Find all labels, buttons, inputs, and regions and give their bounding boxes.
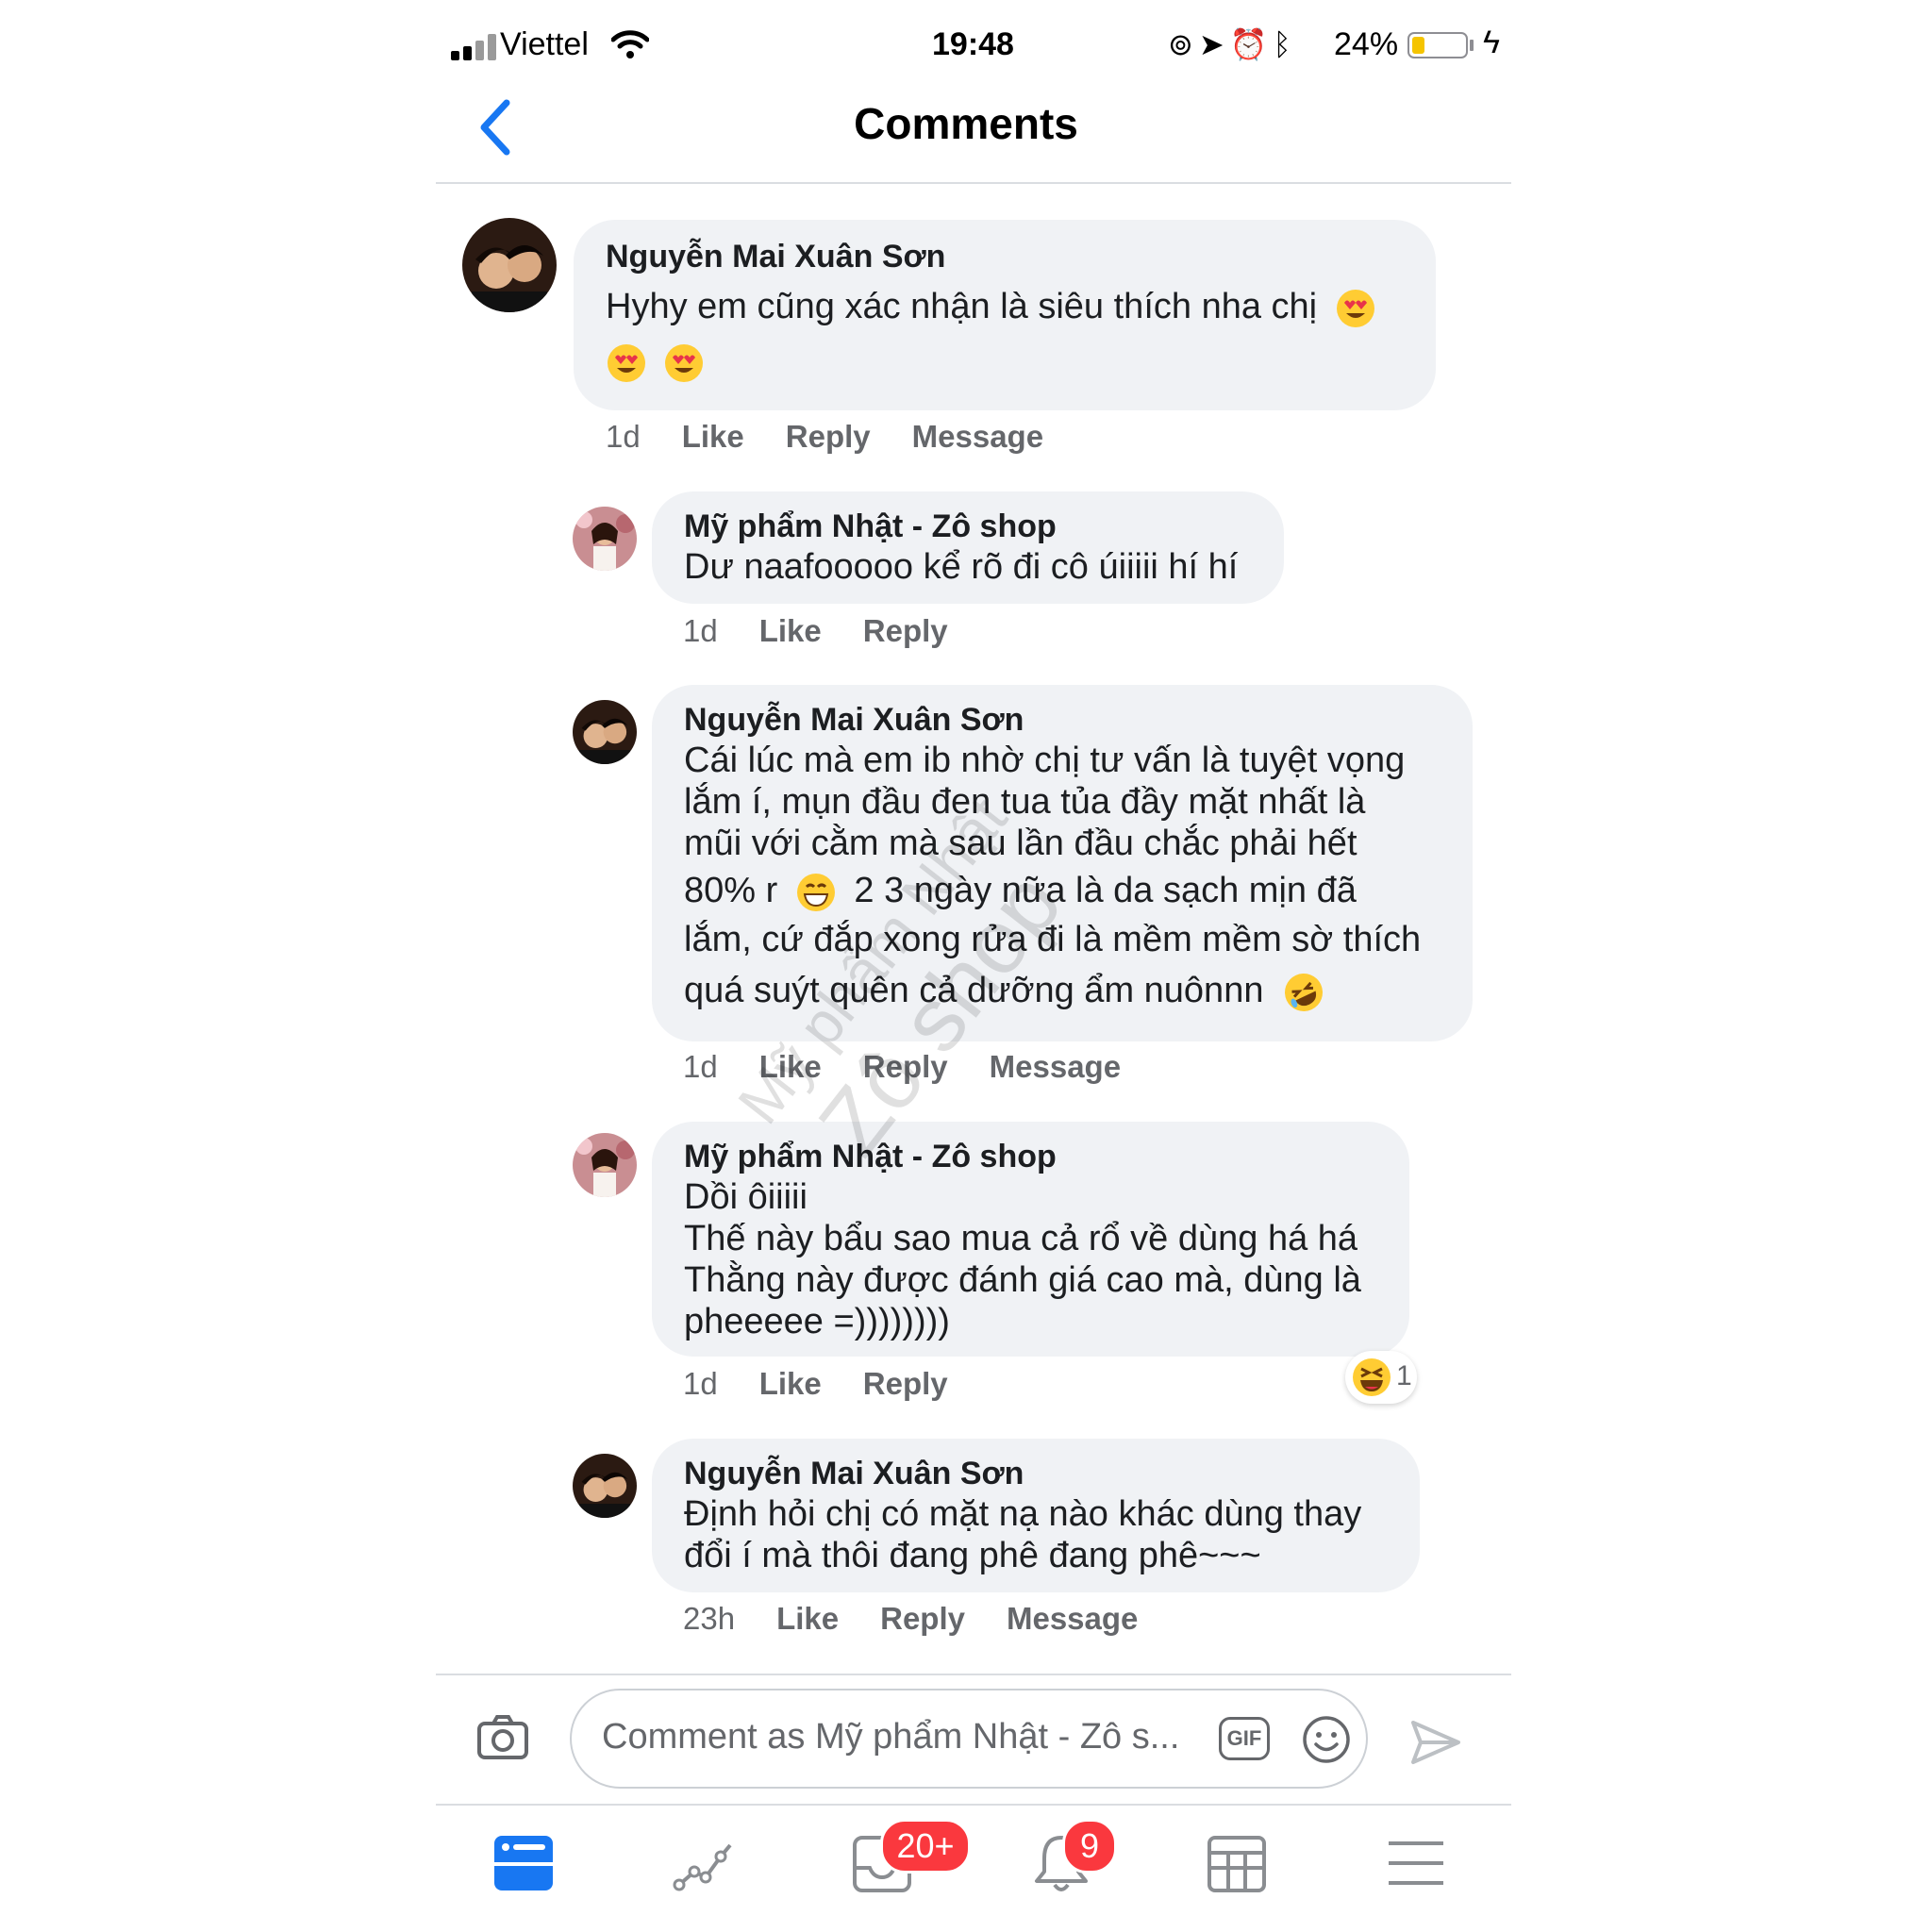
comment-line: mũi với cằm mà sau lần đầu chắc phải hết bbox=[684, 824, 1357, 863]
reply-button[interactable]: Reply bbox=[863, 1366, 948, 1401]
reaction-count-value: 1 bbox=[1396, 1360, 1412, 1391]
heart-eyes-emoji bbox=[1336, 289, 1374, 327]
comment-actions: 23h Like Reply Message bbox=[683, 1601, 1179, 1637]
inbox-badge: 20+ bbox=[880, 1819, 971, 1874]
battery-percent: 24% bbox=[1334, 26, 1399, 62]
comment-author[interactable]: Nguyễn Mai Xuân Sơn bbox=[684, 1454, 1024, 1493]
notifications-badge: 9 bbox=[1062, 1819, 1117, 1874]
battery-icon bbox=[1407, 32, 1468, 58]
comment-line: đổi í mà thôi đang phê đang phê~~~ bbox=[684, 1536, 1261, 1575]
calendar-grid-icon[interactable] bbox=[1204, 1830, 1270, 1896]
camera-icon[interactable] bbox=[476, 1714, 529, 1761]
reply-button[interactable]: Reply bbox=[863, 1049, 948, 1084]
comment-text: Định hỏi chị có mặt nạ nào khác dùng tha… bbox=[684, 1493, 1410, 1576]
message-button[interactable]: Message bbox=[1007, 1601, 1138, 1636]
reply-button[interactable]: Reply bbox=[786, 419, 871, 454]
rofl-emoji bbox=[1285, 973, 1324, 1011]
status-bar: Viettel 19:48 ⊚➤⏰ᛒ 24% ϟ bbox=[451, 21, 1509, 74]
comment-line: 2 3 ngày nữa là da sạch mịn đã bbox=[854, 871, 1357, 910]
smiley-icon[interactable] bbox=[1302, 1715, 1351, 1764]
comment-actions: 1d Like Reply bbox=[683, 613, 990, 649]
bluetooth-icon: ᛒ bbox=[1273, 27, 1297, 61]
comment-actions: 1d Like Reply Message bbox=[683, 1049, 1162, 1085]
comment-bubble[interactable]: Mỹ phẩm Nhật - Zô shop Dư naafooooo kể r… bbox=[652, 491, 1284, 604]
comment-line: Định hỏi chị có mặt nạ nào khác dùng tha… bbox=[684, 1494, 1362, 1534]
comment-line: Dư naafooooo kể rõ đi cô úiiiii hí hí bbox=[684, 547, 1239, 587]
comment-time: 23h bbox=[683, 1601, 736, 1636]
comment-line: 80% r bbox=[684, 871, 778, 910]
comment-line: pheeeee =)))))))) bbox=[684, 1302, 950, 1341]
rotation-lock-icon: ⊚ bbox=[1168, 27, 1199, 61]
carrier-name: Viettel bbox=[500, 26, 589, 62]
comment-author[interactable]: Mỹ phẩm Nhật - Zô shop bbox=[684, 507, 1057, 546]
tabbar-divider bbox=[436, 1804, 1511, 1806]
news-feed-icon[interactable] bbox=[491, 1830, 557, 1896]
comment-bubble[interactable]: Nguyễn Mai Xuân Sơn Định hỏi chị có mặt … bbox=[652, 1439, 1420, 1592]
comment-time: 1d bbox=[606, 419, 641, 454]
reaction-count[interactable]: 1 bbox=[1345, 1351, 1417, 1404]
alarm-icon: ⏰ bbox=[1229, 27, 1274, 61]
laughing-emoji bbox=[1353, 1358, 1391, 1396]
avatar[interactable] bbox=[573, 1454, 637, 1518]
message-button[interactable]: Message bbox=[912, 419, 1043, 454]
comment-line: Hyhy em cũng xác nhận là siêu thích nha … bbox=[606, 287, 1318, 326]
reply-button[interactable]: Reply bbox=[880, 1601, 965, 1636]
comment-bubble[interactable]: Nguyễn Mai Xuân Sơn Hyhy em cũng xác nhậ… bbox=[574, 220, 1436, 410]
like-button[interactable]: Like bbox=[759, 1366, 822, 1401]
comment-actions: 1d Like Reply Message bbox=[606, 419, 1085, 455]
heart-eyes-emoji bbox=[608, 343, 645, 382]
like-button[interactable]: Like bbox=[759, 613, 822, 648]
avatar[interactable] bbox=[462, 218, 557, 312]
comment-line: lắm, cứ đắp xong rửa đi là mềm mềm sờ th… bbox=[684, 919, 1422, 959]
avatar[interactable] bbox=[573, 1133, 637, 1197]
avatar[interactable] bbox=[573, 700, 637, 764]
menu-icon[interactable] bbox=[1383, 1830, 1449, 1896]
comment-time: 1d bbox=[683, 1049, 718, 1084]
like-button[interactable]: Like bbox=[682, 419, 744, 454]
comment-author[interactable]: Mỹ phẩm Nhật - Zô shop bbox=[684, 1137, 1057, 1176]
comment-text: Dư naafooooo kể rõ đi cô úiiiii hí hí bbox=[684, 546, 1238, 588]
battery-nub bbox=[1470, 40, 1474, 51]
comment-text: Cái lúc mà em ib nhờ chị tư vấn là tuyệt… bbox=[684, 740, 1457, 1013]
heart-eyes-emoji bbox=[664, 343, 703, 382]
comment-input-placeholder: Comment as Mỹ phẩm Nhật - Zô s... bbox=[602, 1717, 1180, 1757]
avatar[interactable] bbox=[573, 507, 637, 571]
status-time: 19:48 bbox=[932, 26, 1014, 62]
comment-line: quá suýt quên cả dưỡng ẩm nuônnn bbox=[684, 970, 1264, 1010]
comment-line: Cái lúc mà em ib nhờ chị tư vấn là tuyệt… bbox=[684, 741, 1406, 780]
comment-line: Thế này bẩu sao mua cả rổ về dùng há há bbox=[684, 1219, 1358, 1258]
insights-icon[interactable] bbox=[672, 1830, 738, 1896]
battery-level-fill bbox=[1412, 37, 1424, 54]
composer-divider bbox=[436, 1674, 1511, 1675]
comment-line: Dồi ôiiiii bbox=[684, 1177, 808, 1217]
comment-author[interactable]: Nguyễn Mai Xuân Sơn bbox=[684, 700, 1024, 740]
page-title: Comments bbox=[854, 99, 1078, 148]
signal-icon bbox=[451, 34, 502, 60]
message-button[interactable]: Message bbox=[990, 1049, 1121, 1084]
comment-text: Hyhy em cũng xác nhận là siêu thích nha … bbox=[606, 286, 1417, 384]
comment-input[interactable]: Comment as Mỹ phẩm Nhật - Zô s... GIF bbox=[570, 1689, 1368, 1789]
comment-time: 1d bbox=[683, 613, 718, 648]
comment-author[interactable]: Nguyễn Mai Xuân Sơn bbox=[606, 237, 945, 276]
like-button[interactable]: Like bbox=[759, 1049, 822, 1084]
gif-button[interactable]: GIF bbox=[1219, 1717, 1270, 1760]
charging-icon: ϟ bbox=[1483, 25, 1500, 60]
like-button[interactable]: Like bbox=[776, 1601, 839, 1636]
comment-bubble[interactable]: Nguyễn Mai Xuân Sơn Cái lúc mà em ib nhờ… bbox=[652, 685, 1473, 1041]
comment-time: 1d bbox=[683, 1366, 718, 1401]
comment-actions: 1d Like Reply bbox=[683, 1366, 990, 1402]
header-divider bbox=[436, 182, 1511, 184]
status-icons: ⊚➤⏰ᛒ bbox=[1168, 26, 1297, 62]
send-icon[interactable] bbox=[1409, 1719, 1462, 1766]
comment-line: lắm í, mụn đầu đen tua tủa đầy mặt nhất … bbox=[684, 782, 1366, 822]
location-icon: ➤ bbox=[1198, 27, 1230, 61]
comment-line: Thằng này được đánh giá cao mà, dùng là bbox=[684, 1260, 1361, 1300]
grinning-emoji bbox=[796, 873, 835, 911]
comment-text: Dồi ôiiiii Thế này bẩu sao mua cả rổ về … bbox=[684, 1176, 1401, 1342]
wifi-icon bbox=[611, 30, 649, 58]
comment-bubble[interactable]: Mỹ phẩm Nhật - Zô shop Dồi ôiiiii Thế nà… bbox=[652, 1122, 1409, 1357]
reply-button[interactable]: Reply bbox=[863, 613, 948, 648]
